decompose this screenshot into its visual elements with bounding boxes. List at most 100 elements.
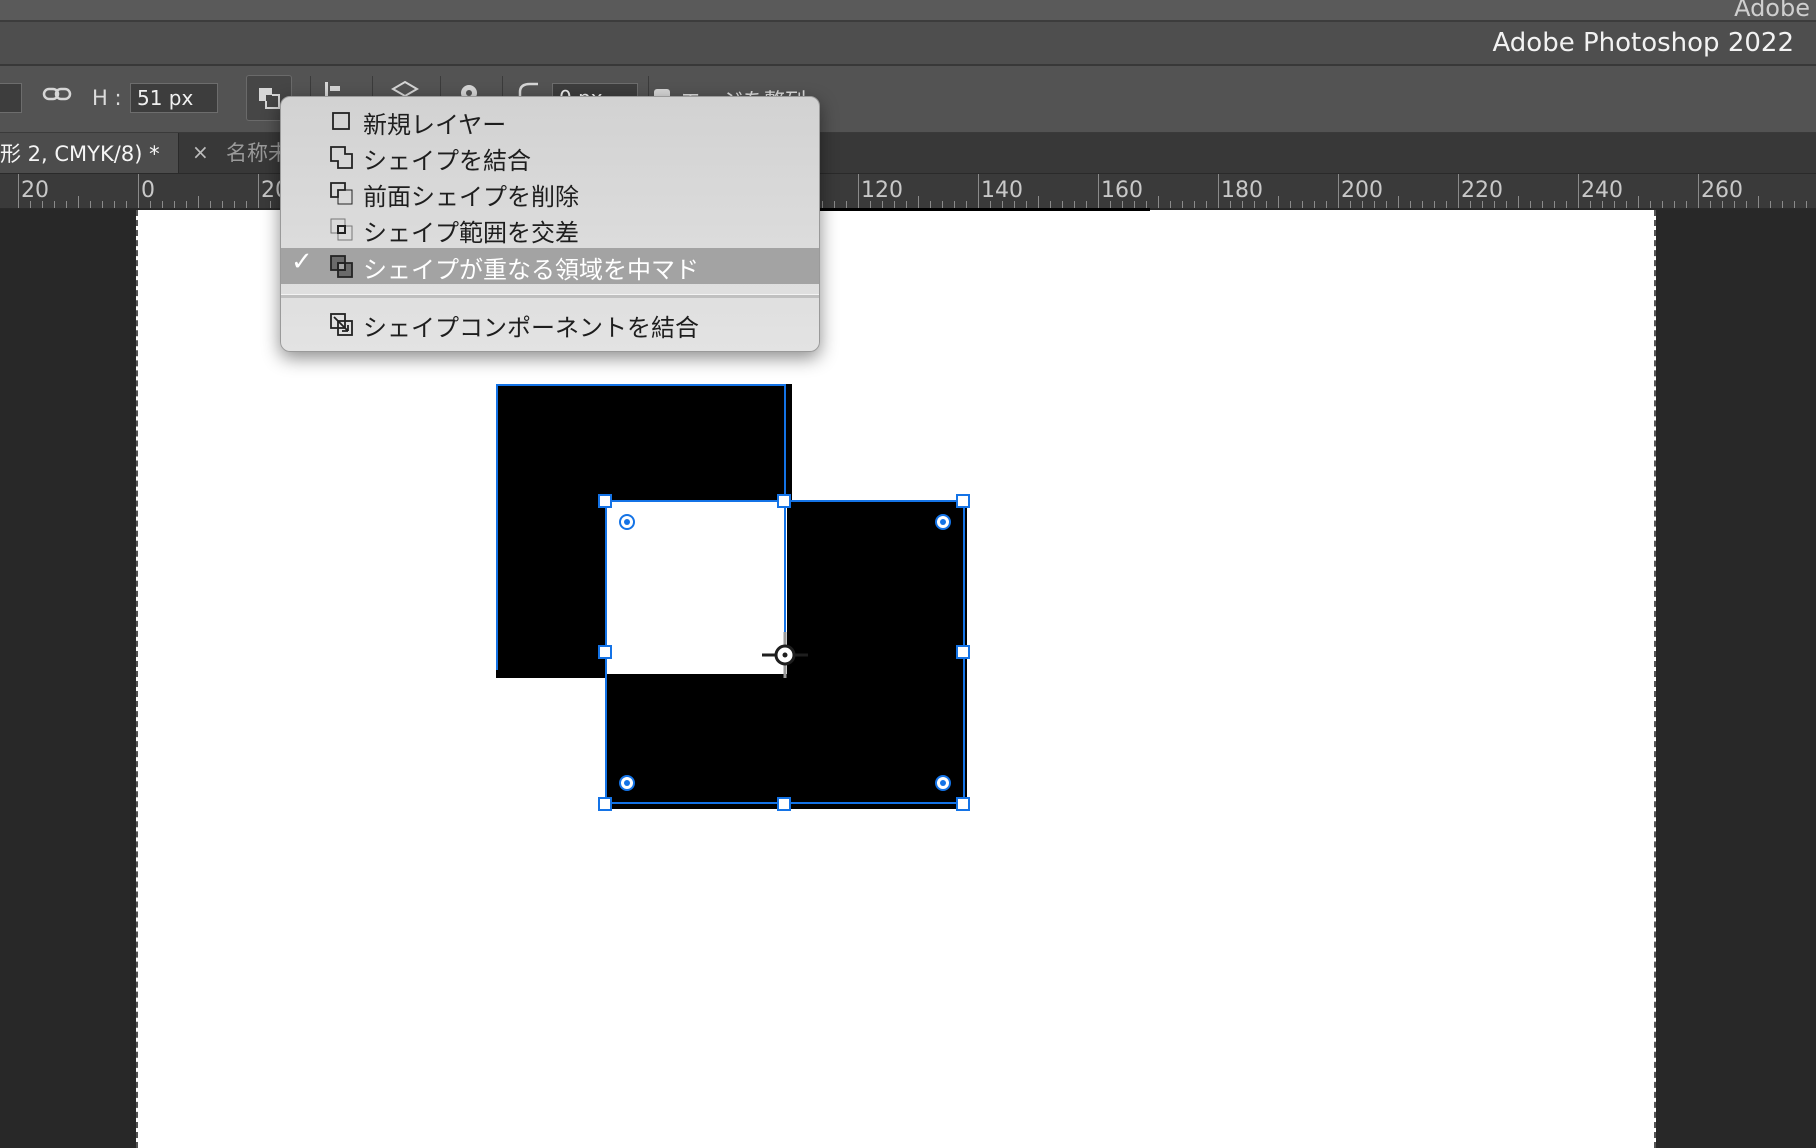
options-bar: H : 51 px 0 px エッジを整列 (0, 66, 1816, 133)
checkmark-icon: ✓ (291, 247, 313, 277)
ruler-minor-tick (1062, 201, 1063, 208)
ruler-minor-tick (1374, 201, 1375, 208)
ruler-major-tick (138, 174, 139, 208)
ruler-major-tick (858, 174, 859, 208)
ruler-minor-tick (1758, 196, 1759, 208)
ruler-minor-tick (1566, 201, 1567, 208)
subtract-front-shape-icon (330, 182, 353, 205)
corner-radius-handle[interactable] (935, 514, 951, 530)
ruler-minor-tick (834, 201, 835, 208)
ruler-minor-tick (222, 201, 223, 208)
horizontal-ruler[interactable]: 20020406080100120140160180200220240260 (0, 174, 1816, 209)
ruler-minor-tick (1254, 201, 1255, 208)
ruler-minor-tick (1506, 201, 1507, 208)
menu-item-subtract-front-shape[interactable]: 前面シェイプを削除 (281, 175, 819, 211)
ruler-minor-tick (1038, 196, 1039, 208)
ruler-major-tick (1578, 174, 1579, 208)
menu-item-label: シェイプを結合 (363, 147, 531, 175)
menu-item-label: シェイプコンポーネントを結合 (363, 314, 699, 342)
ruler-minor-tick (1314, 201, 1315, 208)
transform-handle-bottom-center[interactable] (777, 797, 791, 811)
ruler-minor-tick (1770, 201, 1771, 208)
ruler-minor-tick (210, 201, 211, 208)
transform-handle-bottom-left[interactable] (598, 797, 612, 811)
menu-item-label: シェイプ範囲を交差 (363, 219, 579, 247)
menu-item-merge-shape-components[interactable]: シェイプコンポーネントを結合 (281, 306, 819, 342)
combine-shapes-icon (330, 146, 353, 169)
menu-item-new-layer[interactable]: 新規レイヤー (281, 103, 819, 139)
height-input[interactable]: 51 px (130, 83, 218, 113)
ruler-minor-tick (1182, 201, 1183, 208)
ruler-major-tick (1458, 174, 1459, 208)
ruler-major-tick (18, 174, 19, 208)
reference-point-crosshair-icon[interactable] (760, 630, 810, 680)
ruler-minor-tick (54, 201, 55, 208)
ruler-minor-tick (1530, 201, 1531, 208)
menu-item-label: 前面シェイプを削除 (363, 183, 579, 211)
menu-item-intersect-shape-areas[interactable]: シェイプ範囲を交差 (281, 211, 819, 247)
ruler-minor-tick (1002, 201, 1003, 208)
ruler-minor-tick (30, 201, 31, 208)
ruler-minor-tick (846, 201, 847, 208)
ruler-minor-tick (1482, 201, 1483, 208)
transform-handle-top-right[interactable] (956, 494, 970, 508)
corner-radius-handle[interactable] (935, 775, 951, 791)
system-bar: Adobe (0, 0, 1816, 22)
transform-handle-middle-right[interactable] (956, 645, 970, 659)
transform-handle-bottom-right[interactable] (956, 797, 970, 811)
menu-item-label: 新規レイヤー (363, 111, 507, 139)
path-operations-menu: 新規レイヤー シェイプを結合 前面シェイプを削除 シェイプ範囲を交差 ✓ シェイ… (280, 96, 820, 352)
ruler-minor-tick (822, 201, 823, 208)
ruler-minor-tick (1794, 201, 1795, 208)
tab-document-active[interactable]: 形 2, CMYK/8) * (0, 133, 179, 173)
tab-close-icon[interactable]: × (192, 140, 209, 164)
ruler-minor-tick (990, 201, 991, 208)
ruler-minor-tick (1302, 201, 1303, 208)
ruler-minor-tick (1734, 201, 1735, 208)
corner-radius-handle[interactable] (619, 775, 635, 791)
ruler-minor-tick (162, 201, 163, 208)
ruler-minor-tick (1782, 201, 1783, 208)
ruler-minor-tick (1014, 201, 1015, 208)
ruler-minor-tick (966, 201, 967, 208)
ruler-major-tick (258, 174, 259, 208)
transform-handle-middle-left[interactable] (598, 645, 612, 659)
ruler-minor-tick (66, 201, 67, 208)
width-field[interactable] (0, 83, 22, 113)
menu-item-combine-shapes[interactable]: シェイプを結合 (281, 139, 819, 175)
ruler-minor-tick (870, 201, 871, 208)
transform-handle-top-center[interactable] (777, 494, 791, 508)
ruler-minor-tick (1398, 196, 1399, 208)
ruler-label: 20 (21, 178, 49, 203)
canvas-shape-edge (820, 208, 1150, 211)
ruler-minor-tick (906, 201, 907, 208)
ruler-minor-tick (1410, 201, 1411, 208)
ruler-minor-tick (198, 196, 199, 208)
height-label: H : (92, 86, 122, 110)
link-icon[interactable] (42, 82, 72, 112)
ruler-minor-tick (1434, 201, 1435, 208)
ruler-minor-tick (1710, 201, 1711, 208)
ruler-minor-tick (1326, 201, 1327, 208)
ruler-minor-tick (42, 201, 43, 208)
transform-handle-top-left[interactable] (598, 494, 612, 508)
ruler-minor-tick (1686, 201, 1687, 208)
ruler-minor-tick (78, 196, 79, 208)
ruler-label: 140 (981, 178, 1023, 203)
ruler-minor-tick (1446, 201, 1447, 208)
ruler-minor-tick (1518, 196, 1519, 208)
ruler-minor-tick (1194, 201, 1195, 208)
ruler-minor-tick (1158, 196, 1159, 208)
ruler-minor-tick (1026, 201, 1027, 208)
ruler-minor-tick (954, 201, 955, 208)
ruler-minor-tick (1638, 196, 1639, 208)
ruler-minor-tick (918, 196, 919, 208)
ruler-minor-tick (1554, 201, 1555, 208)
ruler-minor-tick (930, 201, 931, 208)
exclude-overlapping-shapes-icon (330, 255, 353, 278)
corner-radius-handle[interactable] (619, 514, 635, 530)
ruler-minor-tick (1290, 201, 1291, 208)
ruler-label: 120 (861, 178, 903, 203)
app-title: Adobe Photoshop 2022 (1492, 28, 1794, 58)
menu-item-exclude-overlapping-shapes[interactable]: ✓ シェイプが重なる領域を中マド (281, 247, 819, 284)
